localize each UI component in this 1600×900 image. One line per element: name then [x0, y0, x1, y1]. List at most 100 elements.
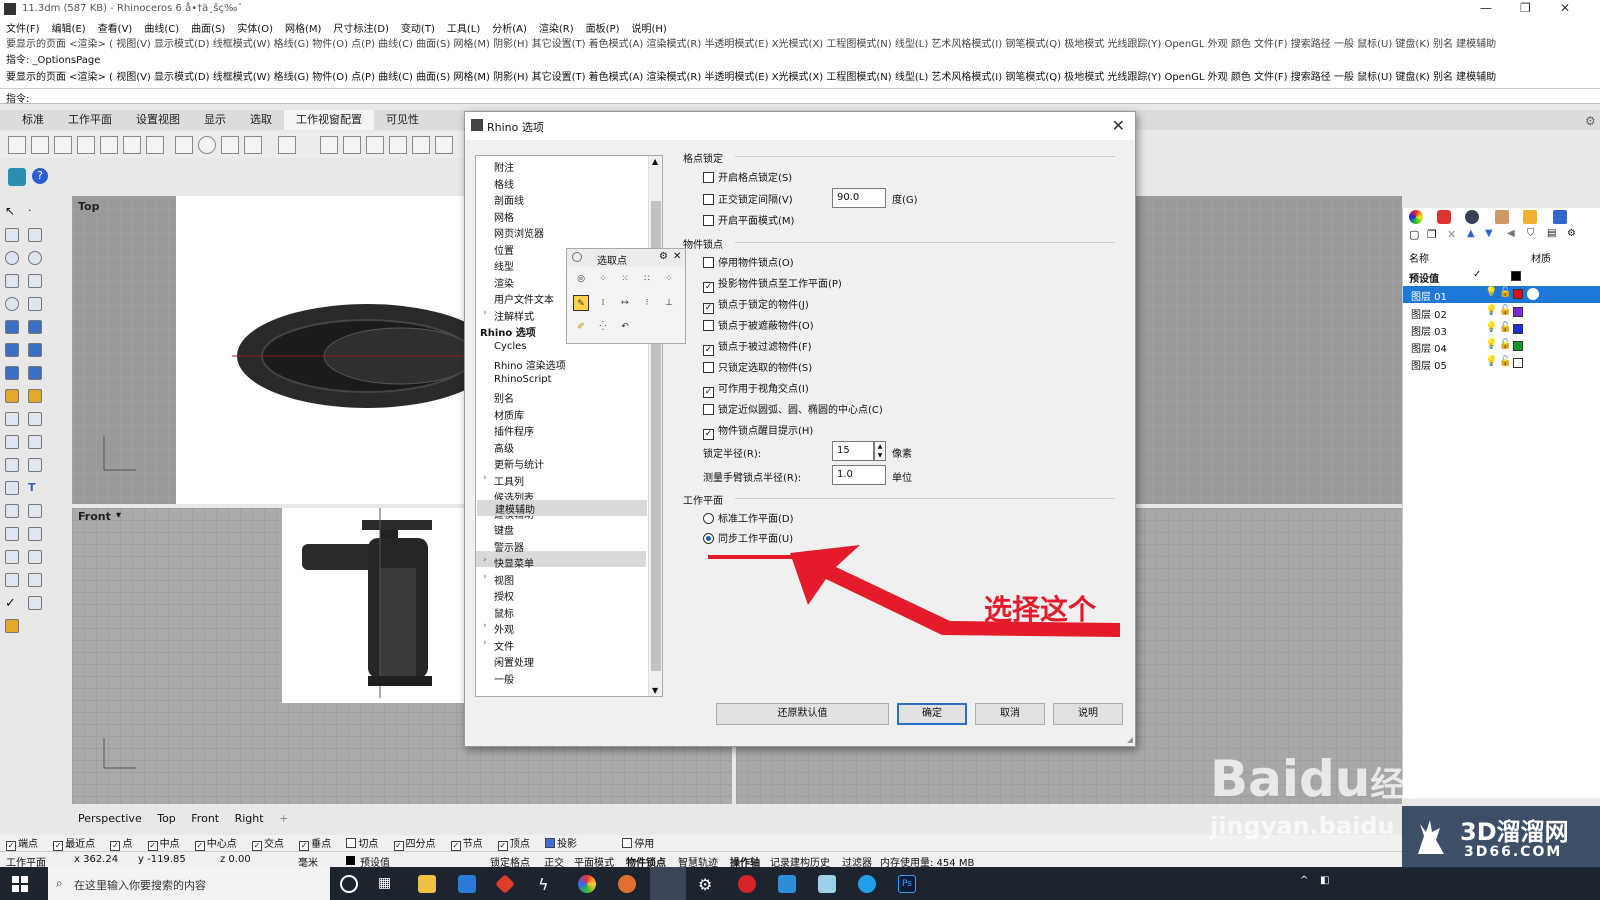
close-icon[interactable]: ✕: [673, 251, 681, 262]
tree-item[interactable]: 工具列: [494, 473, 524, 488]
block-icon[interactable]: [28, 504, 42, 518]
spinner-icon[interactable]: ▲ ▼: [874, 441, 886, 461]
lightning-icon[interactable]: ϟ: [538, 875, 556, 894]
layout-icon[interactable]: [366, 136, 384, 154]
camera-icon[interactable]: [221, 136, 239, 154]
point-grid-icon[interactable]: ⁘: [661, 271, 677, 287]
menu-dimension[interactable]: 尺寸标注(D): [327, 18, 395, 35]
menu-help[interactable]: 说明(H): [626, 18, 673, 35]
mirror-icon[interactable]: [28, 458, 42, 472]
menu-curve[interactable]: 曲线(C): [138, 18, 185, 35]
sphere-icon[interactable]: [198, 136, 216, 154]
checkbox-box[interactable]: [703, 172, 714, 183]
osnap-intersect[interactable]: ✓ 交点: [251, 835, 290, 851]
layout-single-icon[interactable]: [54, 136, 72, 154]
tree-item-selected-label[interactable]: 建模辅助: [495, 501, 535, 516]
checkbox-snap-selected[interactable]: 只锁定选取的物件(S): [703, 359, 812, 374]
tree-item[interactable]: Rhino 渲染选项: [494, 357, 566, 372]
dialog-title-bar[interactable]: Rhino 选项 ✕: [465, 112, 1135, 140]
layer-color-swatch[interactable]: [1513, 289, 1523, 299]
cylinder-icon[interactable]: [5, 366, 19, 380]
checkbox-ortho[interactable]: 正交锁定间隔(V): [703, 191, 793, 206]
edit-points-icon[interactable]: [5, 527, 19, 541]
checkbox-box[interactable]: [703, 320, 714, 331]
monitor-icon[interactable]: [278, 136, 296, 154]
grid-icon[interactable]: [175, 136, 193, 154]
tree-item[interactable]: 附注: [494, 159, 514, 174]
tab-standard[interactable]: 标准: [10, 110, 56, 130]
select-uvw-icon[interactable]: ⊥: [661, 295, 677, 311]
tree-item[interactable]: 视图: [494, 572, 514, 587]
checkbox-snap-occluded[interactable]: 锁点于被遮蔽物件(O): [703, 317, 814, 332]
tree-item[interactable]: RhinoScript: [494, 374, 552, 385]
ellipse-icon[interactable]: [28, 251, 42, 265]
tree-item[interactable]: 高级: [494, 440, 514, 455]
lightbulb-icon[interactable]: 💡: [1485, 339, 1497, 350]
tab-display[interactable]: 显示: [192, 110, 238, 130]
polyline-icon[interactable]: [5, 228, 19, 242]
taskbar-search[interactable]: ⌕ 在这里输入你要搜索的内容: [48, 867, 330, 900]
checkbox-box[interactable]: ✓: [703, 345, 714, 356]
tree-item[interactable]: 键盘: [494, 522, 514, 537]
move-icon[interactable]: [5, 435, 19, 449]
checkbox-snap-locked[interactable]: ✓ 锁点于锁定的物件(J): [703, 296, 809, 314]
layer-row-02[interactable]: 图层 02 💡 🔓: [1403, 304, 1600, 321]
checkbox-snap-filtered[interactable]: ✓ 锁点于被过滤物件(F): [703, 338, 812, 356]
curve-points-icon[interactable]: ↶: [617, 319, 633, 335]
select-arrow-icon[interactable]: ↖: [5, 204, 19, 218]
osnap-tan[interactable]: 切点: [346, 835, 384, 850]
gear-icon[interactable]: ⚙: [1585, 114, 1596, 128]
layout-4-icon[interactable]: [8, 136, 26, 154]
checkbox-disable-osnap[interactable]: 停用物件锁点(O): [703, 254, 794, 269]
checkbox-arc-center[interactable]: 锁定近似圆弧、圆、椭圆的中心点(C): [703, 401, 883, 416]
settings-gear-icon[interactable]: ⚙: [698, 875, 716, 894]
join-icon[interactable]: [28, 412, 42, 426]
chevron-right-icon[interactable]: ›: [483, 638, 487, 648]
menu-solid[interactable]: 实体(O): [231, 18, 279, 35]
lock-icon[interactable]: 🔓: [1499, 356, 1511, 367]
scroll-up-icon[interactable]: ▲: [652, 157, 658, 166]
checkbox-box[interactable]: ✓: [703, 387, 714, 398]
mail-icon[interactable]: [458, 875, 476, 893]
tree-item[interactable]: Cycles: [494, 341, 527, 352]
extrude-icon[interactable]: [28, 366, 42, 380]
popup-grip-icon[interactable]: [572, 252, 582, 262]
restore-icon[interactable]: ❐: [1520, 1, 1531, 15]
lock-icon[interactable]: 🔓: [1499, 305, 1511, 316]
folder-icon[interactable]: [1523, 210, 1537, 224]
command-prompt[interactable]: 指令:: [0, 89, 1600, 105]
osnap-near[interactable]: ✓ 最近点: [53, 835, 101, 851]
material-icon[interactable]: [1527, 288, 1539, 300]
sphere-solid-icon[interactable]: [28, 343, 42, 357]
split-icon[interactable]: [5, 412, 19, 426]
notes-icon[interactable]: [818, 875, 836, 893]
osnap-vertex[interactable]: ✓ 顶点: [497, 835, 536, 851]
osnap-end[interactable]: ✓ 端点: [6, 835, 44, 851]
tree-item[interactable]: 一般: [494, 671, 514, 686]
netease-icon[interactable]: [738, 875, 756, 893]
rhino-tool-icon[interactable]: [8, 168, 26, 186]
tree-item[interactable]: 更新与统计: [494, 456, 544, 471]
grid-array-icon[interactable]: [28, 527, 42, 541]
zoom-icon[interactable]: [435, 136, 453, 154]
rectangle-icon[interactable]: [28, 274, 42, 288]
layer-color-swatch[interactable]: [1513, 358, 1523, 368]
tree-item[interactable]: 材质库: [494, 407, 524, 422]
tab-select[interactable]: 选取: [238, 110, 284, 130]
lightbulb-icon[interactable]: 💡: [1485, 287, 1497, 298]
select-v-icon[interactable]: ↦: [617, 295, 633, 311]
tab-perspective[interactable]: Perspective: [72, 810, 148, 827]
lightbulb-icon[interactable]: 💡: [1485, 356, 1497, 367]
layout-vsplit-icon[interactable]: [146, 136, 164, 154]
layout-tool-icon[interactable]: [5, 550, 19, 564]
tree-item[interactable]: 线型: [494, 258, 514, 273]
layer-row-03[interactable]: 图层 03 💡 🔓: [1403, 321, 1600, 338]
tab-front[interactable]: Front: [185, 810, 225, 827]
layer-color-swatch[interactable]: [1511, 271, 1521, 281]
menu-view[interactable]: 查看(V): [92, 18, 139, 35]
chevron-right-icon[interactable]: ›: [483, 621, 487, 631]
scroll-down-icon[interactable]: ▼: [652, 686, 658, 695]
checkbox-project-osnap[interactable]: ✓ 投影物件锁点至工作平面(P): [703, 275, 842, 293]
checkbox-box[interactable]: [703, 404, 714, 415]
pen-tool-icon[interactable]: ✐: [573, 319, 589, 335]
